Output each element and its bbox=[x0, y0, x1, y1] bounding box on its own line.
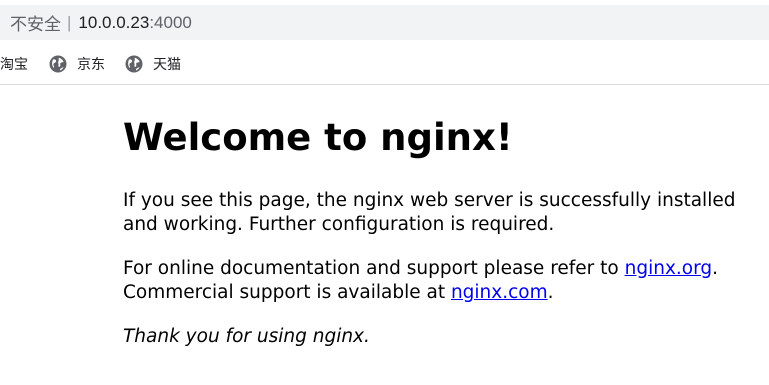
globe-icon bbox=[49, 55, 67, 73]
globe-icon bbox=[125, 55, 143, 73]
bookmark-label: 淘宝 bbox=[0, 56, 28, 72]
bookmark-jd[interactable]: 京东 bbox=[49, 54, 105, 74]
docs-period: . bbox=[712, 258, 719, 279]
intro-paragraph: If you see this page, the nginx web serv… bbox=[123, 190, 736, 235]
url-host[interactable]: 10.0.0.23 bbox=[78, 13, 149, 33]
toolbar-divider bbox=[0, 84, 769, 85]
bookmark-label: 京东 bbox=[77, 56, 105, 72]
commercial-period: . bbox=[547, 282, 554, 303]
nginx-com-link[interactable]: nginx.com bbox=[451, 282, 548, 303]
bookmarks-bar: 淘宝 京东 天猫 bbox=[0, 44, 769, 84]
docs-text: For online documentation and support ple… bbox=[123, 258, 625, 279]
security-label[interactable]: 不安全 bbox=[10, 10, 61, 35]
commercial-text: Commercial support is available at bbox=[123, 282, 451, 303]
nginx-org-link[interactable]: nginx.org bbox=[625, 258, 713, 279]
docs-paragraph: For online documentation and support ple… bbox=[123, 257, 763, 305]
bookmark-taobao[interactable]: 淘宝 bbox=[0, 54, 28, 74]
address-bar[interactable]: 不安全 | 10.0.0.23:4000 bbox=[0, 5, 769, 40]
bookmark-tmall[interactable]: 天猫 bbox=[125, 54, 181, 74]
bookmark-label: 天猫 bbox=[153, 56, 181, 72]
page-content: Welcome to nginx! If you see this page, … bbox=[123, 112, 763, 349]
thanks-paragraph: Thank you for using nginx. bbox=[123, 326, 370, 347]
url-port[interactable]: :4000 bbox=[149, 13, 192, 33]
page-title: Welcome to nginx! bbox=[123, 116, 513, 159]
url-separator: | bbox=[67, 12, 72, 32]
